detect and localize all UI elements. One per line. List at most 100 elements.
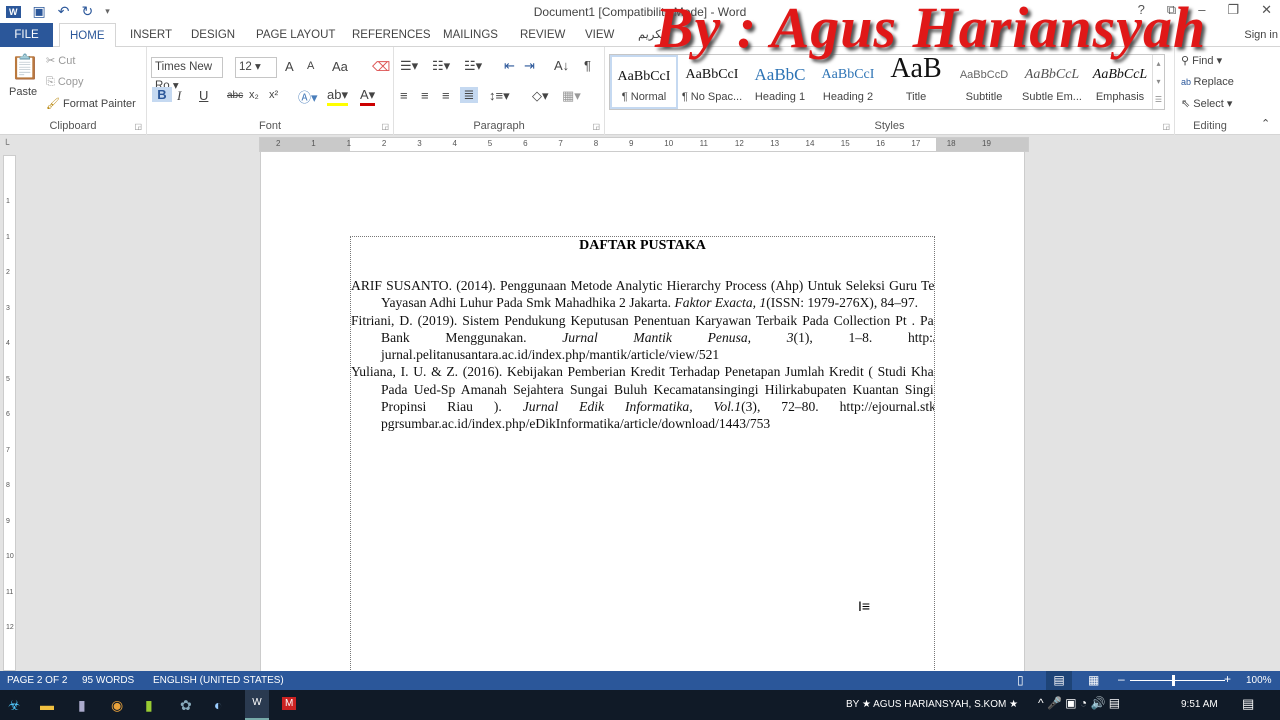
- maximize-button[interactable]: ❐: [1227, 2, 1239, 18]
- ruler-tick-label: 2: [276, 139, 281, 148]
- tab-selector[interactable]: └: [3, 139, 9, 149]
- zoom-level[interactable]: 100%: [1246, 675, 1272, 686]
- app-icon[interactable]: ▮: [78, 697, 86, 714]
- underline-button[interactable]: U: [199, 88, 208, 103]
- style-heading-1[interactable]: AaBbC Heading 1: [746, 55, 814, 109]
- vertical-ruler[interactable]: 1 1 2 3 4 5 6 7 8 9 10 11 12: [3, 155, 16, 671]
- change-case-button[interactable]: Aa: [332, 59, 348, 74]
- bold-button[interactable]: B: [152, 87, 172, 102]
- page-count[interactable]: PAGE 2 OF 2: [7, 675, 67, 686]
- text-effects-icon[interactable]: Ⓐ▾: [298, 87, 318, 106]
- multilevel-list-icon[interactable]: ☳▾: [464, 58, 482, 74]
- dialog-launcher-icon[interactable]: ◲: [1162, 122, 1170, 131]
- ruler-tick-label: 14: [805, 139, 815, 148]
- recorder-icon[interactable]: M: [282, 697, 297, 710]
- numbering-icon[interactable]: ☷▾: [432, 58, 450, 74]
- file-explorer-icon[interactable]: ▬: [40, 697, 54, 713]
- style-title[interactable]: AaB Title: [882, 55, 950, 109]
- select-button[interactable]: ⇖ Select ▾: [1181, 97, 1232, 110]
- grow-font-button[interactable]: A: [285, 59, 294, 74]
- ruler-tick-label: 1: [346, 139, 352, 148]
- tab-review[interactable]: REVIEW: [510, 23, 575, 47]
- style-subtle-emphasis[interactable]: AaBbCcL Subtle Em...: [1018, 55, 1086, 109]
- line-spacing-icon[interactable]: ↕≡▾: [489, 88, 510, 104]
- print-layout-icon[interactable]: ▤: [1046, 671, 1072, 690]
- replace-button[interactable]: ab Replace: [1181, 76, 1234, 88]
- align-left-icon[interactable]: ≡: [400, 88, 408, 103]
- font-label: Font: [258, 120, 281, 132]
- horizontal-ruler[interactable]: 2 1 1 2 3 4 5 6 7 8 9 10 11 12 13 14 15 16 17 18 19: [259, 137, 1029, 152]
- strikethrough-button[interactable]: abc: [227, 90, 243, 101]
- font-size-select[interactable]: 12 ▾: [235, 57, 277, 78]
- sort-icon[interactable]: A↓: [554, 58, 569, 73]
- app-icon[interactable]: ✿: [180, 697, 192, 714]
- word-taskbar-icon[interactable]: W: [245, 690, 269, 720]
- notification-icon[interactable]: ▤: [1242, 696, 1254, 712]
- word-count[interactable]: 95 WORDS: [82, 675, 134, 686]
- clock[interactable]: 9:51 AM: [1181, 699, 1218, 710]
- align-center-icon[interactable]: ≡: [421, 88, 429, 103]
- web-layout-icon[interactable]: ▦: [1088, 673, 1099, 687]
- paste-icon[interactable]: 📋: [10, 53, 40, 82]
- font-name-select[interactable]: Times New Ro ▾: [151, 57, 223, 92]
- show-formatting-marks-button[interactable]: ¶: [584, 58, 591, 73]
- tab-file[interactable]: FILE: [0, 23, 53, 47]
- style-emphasis[interactable]: AaBbCcL Emphasis: [1086, 55, 1154, 109]
- chrome-icon[interactable]: ◉: [111, 697, 123, 714]
- clear-formatting-icon[interactable]: ⌫: [372, 59, 390, 75]
- increase-indent-icon[interactable]: ⇥: [524, 58, 535, 74]
- justify-icon[interactable]: ≣: [460, 87, 478, 103]
- app-icon[interactable]: ◐: [214, 697, 222, 713]
- tab-design[interactable]: DESIGN: [181, 23, 245, 47]
- start-icon[interactable]: ☣: [8, 697, 21, 714]
- style-normal[interactable]: AaBbCcI ¶ Normal: [610, 55, 678, 109]
- ruler-tick-label: 2: [381, 139, 387, 148]
- zoom-slider-thumb[interactable]: [1172, 675, 1175, 686]
- clipboard-group: 📋 Paste ✂ Cut ⎘ Copy 🖌 Format Painter Cl…: [0, 47, 147, 135]
- borders-icon[interactable]: ▦▾: [562, 88, 581, 104]
- style-no-spacing[interactable]: AaBbCcI ¶ No Spac...: [678, 55, 746, 109]
- subscript-button[interactable]: x₂: [249, 89, 259, 101]
- dialog-launcher-icon[interactable]: ◲: [592, 122, 600, 131]
- dialog-launcher-icon[interactable]: ◲: [381, 122, 389, 131]
- italic-button[interactable]: I: [177, 88, 181, 104]
- tab-page-layout[interactable]: PAGE LAYOUT: [246, 23, 345, 47]
- collapse-ribbon-icon[interactable]: ⌃: [1261, 117, 1270, 130]
- zoom-out-button[interactable]: –: [1118, 672, 1125, 686]
- style-heading-2[interactable]: AaBbCcI Heading 2: [814, 55, 882, 109]
- notepad-icon[interactable]: ▮: [145, 697, 153, 714]
- ruler-tick-label: 10: [664, 139, 674, 148]
- superscript-button[interactable]: x²: [269, 89, 278, 101]
- sign-in-link[interactable]: Sign in: [1244, 29, 1278, 41]
- paste-button[interactable]: Paste: [9, 86, 37, 98]
- close-button[interactable]: ✕: [1261, 2, 1272, 18]
- ruler-tick-label: 15: [840, 139, 850, 148]
- shading-icon[interactable]: ◇▾: [532, 88, 549, 104]
- reference-entry: Yuliana, I. U. & Z. (2016). Kebijakan Pe…: [351, 364, 935, 432]
- tray-icons[interactable]: ^ 🎤 ▣ ◔ 🔊 ▤: [1038, 696, 1120, 710]
- shrink-font-button[interactable]: A: [307, 60, 314, 72]
- status-bar: PAGE 2 OF 2 95 WORDS ENGLISH (UNITED STA…: [0, 671, 1280, 690]
- format-painter-button[interactable]: 🖌 Format Painter: [46, 97, 136, 110]
- highlight-icon[interactable]: ab▾: [327, 87, 348, 106]
- dialog-launcher-icon[interactable]: ◲: [134, 122, 142, 131]
- tab-references[interactable]: REFERENCES: [342, 23, 441, 47]
- tab-mailings[interactable]: MAILINGS: [433, 23, 508, 47]
- decrease-indent-icon[interactable]: ⇤: [504, 58, 515, 74]
- zoom-slider[interactable]: [1130, 680, 1225, 681]
- tab-home[interactable]: HOME: [59, 23, 116, 48]
- read-mode-icon[interactable]: ▯: [1017, 673, 1024, 687]
- cut-button[interactable]: ✂ Cut: [46, 54, 75, 67]
- bullets-icon[interactable]: ☰▾: [400, 58, 418, 74]
- zoom-in-button[interactable]: +: [1224, 672, 1231, 686]
- align-right-icon[interactable]: ≡: [442, 88, 450, 103]
- text-box[interactable]: DAFTAR PUSTAKA ARIF SUSANTO. (2014). Pen…: [350, 236, 935, 672]
- style-subtitle[interactable]: AaBbCcD Subtitle: [950, 55, 1018, 109]
- language-status[interactable]: ENGLISH (UNITED STATES): [153, 675, 284, 686]
- gallery-scroll[interactable]: ▴ ▾ ☰: [1152, 55, 1164, 109]
- watermark-logo: By : Agus Hariansyah: [655, 0, 1207, 60]
- tab-insert[interactable]: INSERT: [120, 23, 182, 47]
- font-color-icon[interactable]: A▾: [360, 87, 376, 106]
- tab-view[interactable]: VIEW: [575, 23, 624, 47]
- copy-button[interactable]: ⎘ Copy: [46, 76, 84, 89]
